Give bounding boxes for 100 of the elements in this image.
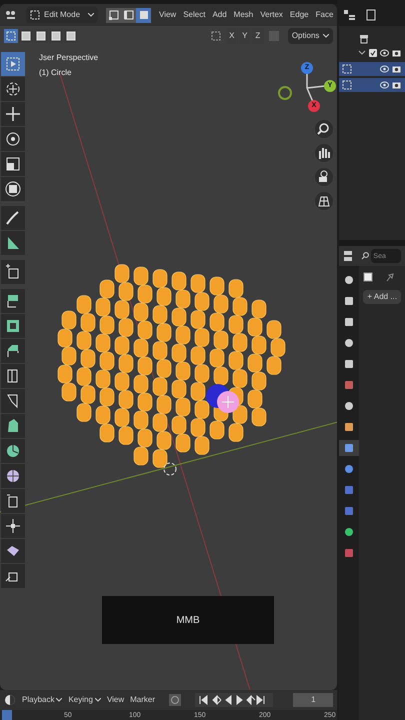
object-name-label: (1) Circle <box>39 67 72 79</box>
tab-icon <box>344 422 354 432</box>
tab-icon <box>344 527 354 537</box>
edge-select-mode-button[interactable] <box>121 8 136 22</box>
inset-tool-icon <box>4 317 22 335</box>
polybuild-tool-button[interactable] <box>1 414 25 438</box>
shrink-tool-icon <box>4 517 22 535</box>
smooth-tool-icon <box>4 467 22 485</box>
menu-item[interactable]: Add <box>212 9 227 21</box>
view-name-label: Jser Perspective <box>39 52 98 64</box>
select-tool-icon <box>4 55 22 73</box>
shear-tool-button[interactable] <box>1 539 25 563</box>
scale-tool-button[interactable] <box>1 152 25 176</box>
checkbox[interactable] <box>369 49 378 57</box>
loopcut-tool-button[interactable] <box>1 364 25 388</box>
zoom-button[interactable] <box>315 120 333 138</box>
annotate-tool-button[interactable] <box>1 206 25 230</box>
tab-icon <box>344 443 354 453</box>
playback-controls[interactable] <box>195 693 274 707</box>
selection-mode-button[interactable] <box>34 29 48 43</box>
frame-field[interactable]: 1 <box>293 693 334 707</box>
menu-item[interactable]: Keying <box>68 694 101 706</box>
rotate-tool-button[interactable] <box>1 127 25 151</box>
menu-item[interactable]: View <box>106 694 124 706</box>
options-dropdown[interactable]: Options <box>288 28 334 44</box>
properties-tab[interactable] <box>339 440 360 456</box>
mirror-icon[interactable] <box>210 30 222 42</box>
eye-icon[interactable] <box>380 81 390 89</box>
tab-icon <box>344 401 354 411</box>
transform-tool-icon <box>4 180 22 198</box>
spin-tool-button[interactable] <box>1 439 25 463</box>
face-select-mode-button[interactable] <box>136 8 151 22</box>
extrude-tool-button[interactable] <box>1 289 25 313</box>
scale-tool-icon <box>4 155 22 173</box>
move-tool-button[interactable] <box>1 102 25 126</box>
knife-tool-button[interactable] <box>1 389 25 413</box>
menu-item[interactable]: View <box>159 9 176 21</box>
caret-icon <box>56 698 62 702</box>
tab-icon <box>344 296 354 306</box>
rotate-tool-icon <box>4 130 22 148</box>
vertex-select-mode-button[interactable] <box>106 8 121 22</box>
face-select-icon <box>138 9 150 21</box>
selection-mode-button[interactable] <box>19 29 33 43</box>
menu-item[interactable]: Playback <box>22 694 62 706</box>
smooth-tool-button[interactable] <box>1 464 25 488</box>
key-display-overlay: MMB <box>102 596 274 644</box>
move-tool-icon <box>4 105 22 123</box>
tab-icon <box>344 548 354 558</box>
select-tool-button[interactable] <box>1 52 25 76</box>
measure-tool-button[interactable] <box>1 231 25 255</box>
caret-icon <box>88 13 94 17</box>
addcube-tool-button[interactable] <box>1 260 25 284</box>
tab-icon <box>344 380 354 390</box>
mode-dropdown[interactable]: Edit Mode <box>26 7 98 23</box>
outliner-row[interactable] <box>339 78 405 92</box>
tab-icon <box>344 506 354 516</box>
inset-tool-button[interactable] <box>1 314 25 338</box>
tab-icon <box>344 464 354 474</box>
caret-icon <box>94 698 101 702</box>
object-icon <box>363 272 374 282</box>
clock-icon[interactable] <box>4 694 16 706</box>
transform-tool-button[interactable] <box>1 177 25 201</box>
mesh-icon <box>342 80 352 90</box>
playhead-marker[interactable] <box>2 710 12 720</box>
vertex-select-icon <box>108 9 120 21</box>
add-modifier-button[interactable]: + Add ... <box>363 290 401 304</box>
tab-icon <box>344 485 354 495</box>
mesh-icon <box>342 64 352 74</box>
tab-icon <box>344 317 354 327</box>
bevel-tool-button[interactable] <box>1 339 25 363</box>
rip-tool-button[interactable] <box>1 564 25 588</box>
menu-item[interactable]: Marker <box>130 694 156 706</box>
caret-icon[interactable] <box>358 49 366 57</box>
tab-icon <box>344 338 354 348</box>
selection-mode-button[interactable] <box>49 29 63 43</box>
menu-item[interactable]: Mesh <box>234 9 254 21</box>
tab-icon <box>344 275 354 285</box>
selection-mode-button[interactable] <box>4 29 18 43</box>
eye-icon[interactable] <box>380 49 390 57</box>
menu-item[interactable]: Select <box>183 9 206 21</box>
menu-item[interactable]: Edge <box>290 9 309 21</box>
outliner-row[interactable] <box>339 62 405 76</box>
pin-icon[interactable] <box>385 272 396 282</box>
edge-select-icon <box>122 9 134 21</box>
grid-button[interactable] <box>315 192 333 210</box>
editor-type-icon[interactable] <box>343 9 358 21</box>
eye-icon[interactable] <box>380 65 390 73</box>
record-icon[interactable] <box>169 694 182 706</box>
spin-tool-icon <box>4 442 22 460</box>
menu-item[interactable]: Face <box>316 9 334 21</box>
search-icon <box>361 252 370 260</box>
menu-item[interactable]: Vertex <box>260 9 283 21</box>
caret-icon <box>323 34 330 38</box>
shrink-tool-button[interactable] <box>1 514 25 538</box>
mesh-drawing[interactable] <box>58 264 286 468</box>
cursor-tool-icon <box>4 80 22 98</box>
slide-tool-button[interactable] <box>1 489 25 513</box>
cursor-tool-button[interactable] <box>1 77 25 101</box>
selection-mode-button[interactable] <box>64 29 78 43</box>
3d-cursor-icon[interactable] <box>164 462 176 476</box>
